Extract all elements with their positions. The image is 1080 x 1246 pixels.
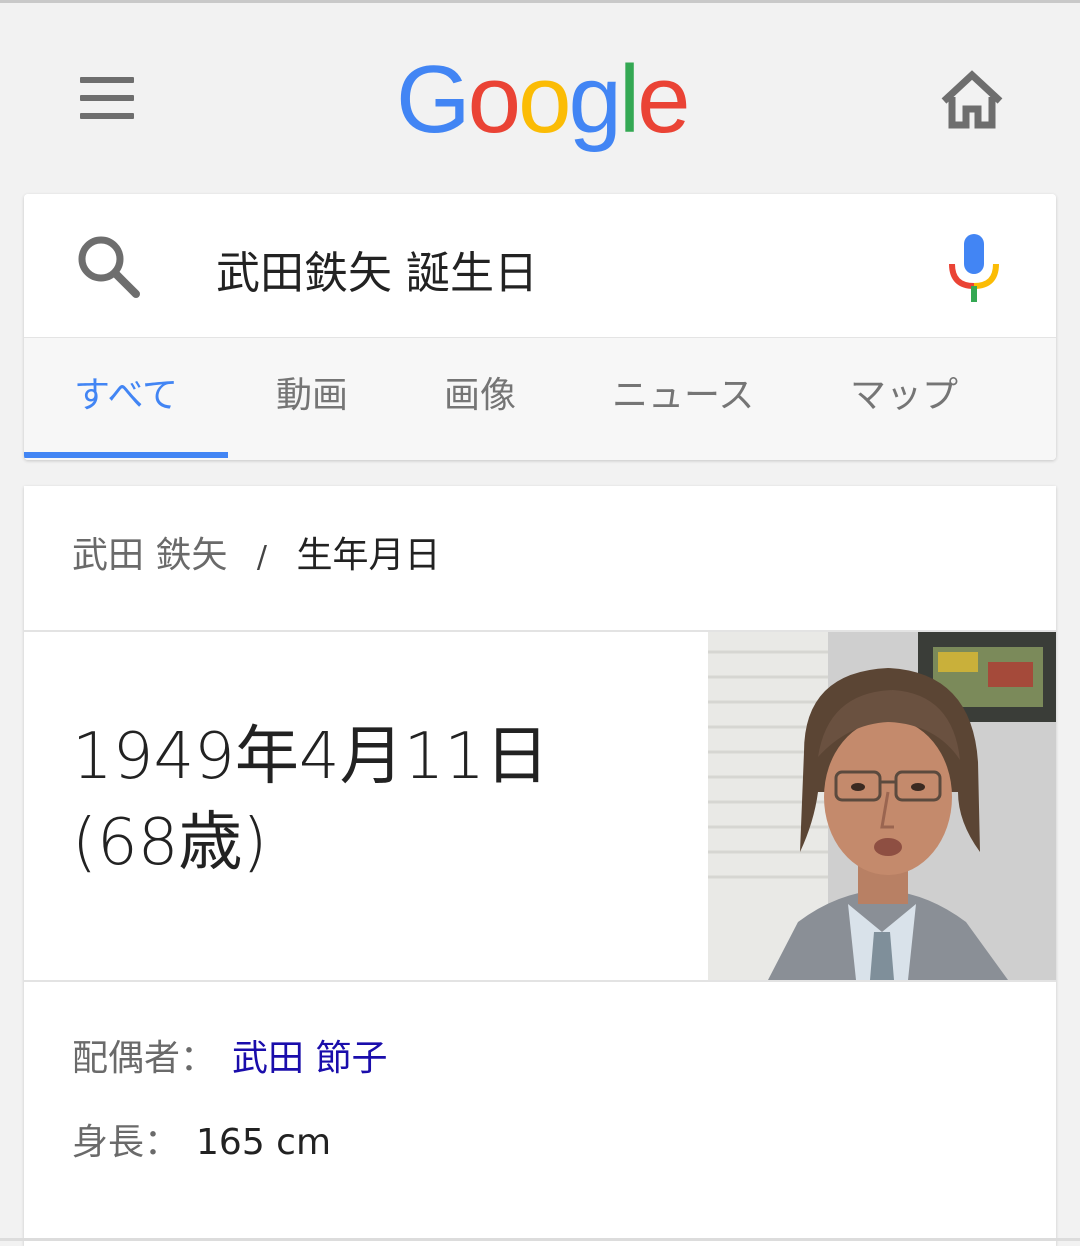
tab-news[interactable]: ニュース xyxy=(612,338,754,460)
header-bar: Google xyxy=(0,3,1080,190)
logo-letter: l xyxy=(618,46,640,153)
birth-date: 1949年4月11日 xyxy=(72,720,550,794)
search-input[interactable] xyxy=(216,234,916,304)
search-tabs: すべて 動画 画像 ニュース マップ xyxy=(24,337,1056,460)
fact-height: 身長： 165 cm xyxy=(72,1113,331,1173)
spouse-link[interactable]: 武田 節子 xyxy=(232,1038,387,1079)
logo-letter: G xyxy=(396,46,471,153)
hamburger-menu-icon[interactable] xyxy=(70,63,144,133)
home-icon[interactable] xyxy=(936,67,1008,133)
tab-maps[interactable]: マップ xyxy=(850,338,958,460)
fact-label: 配偶者： xyxy=(72,1038,217,1079)
search-card: すべて 動画 画像 ニュース マップ xyxy=(24,194,1056,460)
microphone-icon[interactable] xyxy=(944,230,1004,306)
logo-letter: o xyxy=(518,46,571,153)
breadcrumb: 武田 鉄矢 / 生年月日 xyxy=(72,526,440,586)
fact-label: 身長： xyxy=(72,1122,181,1163)
breadcrumb-attribute: 生年月日 xyxy=(296,535,441,576)
google-logo[interactable]: Google xyxy=(396,45,696,155)
fact-value: 165 cm xyxy=(196,1122,332,1163)
age: (68歳) xyxy=(72,806,268,880)
divider xyxy=(24,980,1056,982)
knowledge-card: 武田 鉄矢 / 生年月日 1949年4月11日 (68歳) 配偶者： 武田 節子… xyxy=(24,486,1056,1246)
fact-spouse: 配偶者： 武田 節子 xyxy=(72,1029,387,1089)
search-icon[interactable] xyxy=(74,232,144,302)
tab-all[interactable]: すべて xyxy=(74,338,178,460)
breadcrumb-entity[interactable]: 武田 鉄矢 xyxy=(72,535,227,576)
logo-letter: o xyxy=(467,46,521,153)
tab-videos[interactable]: 動画 xyxy=(276,338,348,460)
tab-images[interactable]: 画像 xyxy=(444,338,516,460)
logo-letter: g xyxy=(568,46,621,153)
entity-portrait[interactable] xyxy=(708,632,1056,980)
breadcrumb-separator: / xyxy=(256,540,268,575)
active-tab-indicator xyxy=(24,452,228,458)
answer-text: 1949年4月11日 (68歳) xyxy=(72,714,692,886)
logo-letter: e xyxy=(637,46,690,153)
search-bar xyxy=(24,194,1056,336)
